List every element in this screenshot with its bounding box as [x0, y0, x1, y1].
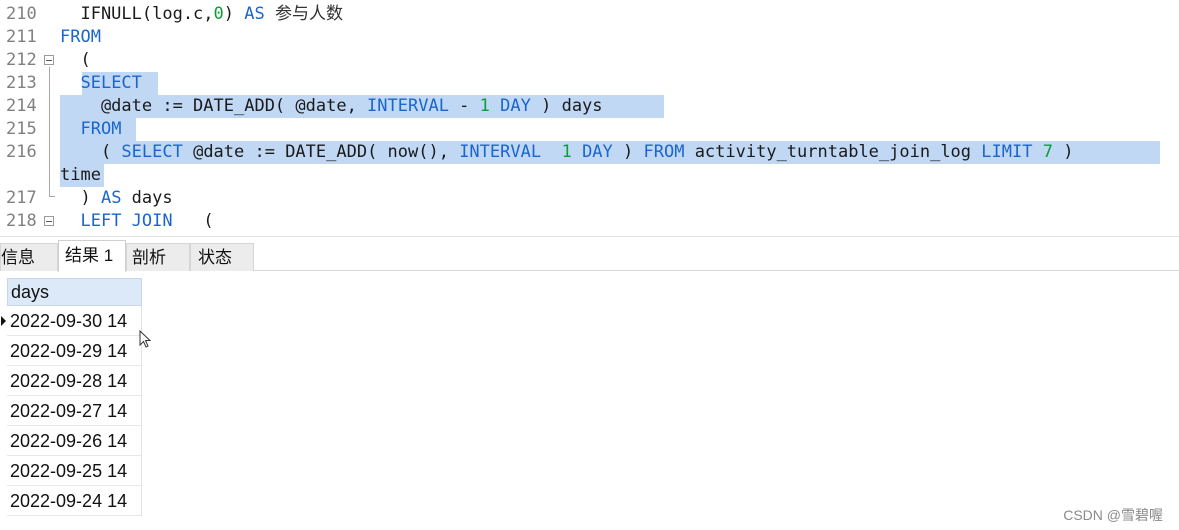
- sql-text: IFNULL(log.c,: [60, 4, 214, 24]
- table-cell-days[interactable]: 2022-09-30 14: [7, 306, 142, 336]
- tab-status-label: 状态: [198, 248, 232, 267]
- line-number: 213: [6, 73, 37, 93]
- sql-text: @date := DATE_ADD( @date,: [60, 96, 368, 116]
- sql-text: -: [448, 96, 480, 116]
- tab-result-1[interactable]: 结果 1: [58, 240, 126, 272]
- sql-number: 1: [479, 96, 490, 116]
- sql-keyword: AS: [100, 188, 122, 208]
- sql-number: 0: [213, 4, 224, 24]
- sql-text: 参与人数: [264, 4, 343, 24]
- sql-number: 7: [1042, 142, 1053, 162]
- code-text: @date := DATE_ADD( @date, INTERVAL - 1 D…: [60, 95, 603, 118]
- sql-text: ): [60, 188, 101, 208]
- result-tab-bar: 信息 结果 1 剖析 状态: [0, 236, 1179, 272]
- code-text: ( SELECT @date := DATE_ADD( now(), INTER…: [60, 141, 1074, 164]
- sql-keyword: LIMIT: [981, 142, 1033, 162]
- sql-keyword: FROM: [60, 27, 101, 47]
- sql-keyword: SELECT: [80, 73, 142, 93]
- code-line: 213 SELECT: [0, 72, 1179, 95]
- code-text: IFNULL(log.c,0) AS 参与人数: [60, 3, 343, 26]
- table-cell-days[interactable]: 2022-09-28 14: [7, 366, 142, 396]
- sql-keyword: FROM: [643, 142, 685, 162]
- code-text: LEFT JOIN (: [60, 210, 214, 233]
- tab-profile[interactable]: 剖析: [126, 243, 190, 271]
- code-text: time: [60, 164, 101, 187]
- sql-keyword: INTERVAL: [367, 96, 449, 116]
- line-number: 212: [6, 50, 37, 70]
- sql-text: ) days: [530, 96, 603, 116]
- table-cell-days[interactable]: 2022-09-29 14: [7, 336, 142, 366]
- sql-keyword: INTERVAL: [459, 142, 542, 162]
- code-text: FROM: [60, 26, 101, 49]
- code-line: 216 ( SELECT @date := DATE_ADD( now(), I…: [0, 141, 1179, 164]
- sql-keyword: DAY: [500, 96, 531, 116]
- sql-keyword: SELECT: [121, 142, 183, 162]
- mouse-cursor-icon: [139, 330, 152, 348]
- sql-keyword: AS: [244, 4, 265, 24]
- sql-text: @date := DATE_ADD( now(),: [182, 142, 460, 162]
- code-line: time: [0, 164, 1179, 187]
- sql-text: ): [1052, 142, 1074, 162]
- code-line: 212 (: [0, 49, 1179, 72]
- code-line: 215 FROM: [0, 118, 1179, 141]
- sql-text: (: [60, 50, 91, 70]
- tab-info-label: 信息: [1, 248, 35, 267]
- sql-keyword: FROM: [80, 119, 122, 139]
- sql-text: ): [223, 4, 245, 24]
- current-row-indicator: [0, 306, 7, 336]
- line-number: 210: [6, 4, 37, 24]
- line-number: 215: [6, 119, 37, 139]
- column-header-label: days: [11, 282, 50, 302]
- table-cell-days[interactable]: 2022-09-24 14: [7, 486, 142, 516]
- tab-result-label: 结果 1: [65, 246, 114, 265]
- tab-profile-label: 剖析: [132, 248, 166, 267]
- sql-keyword: LEFT JOIN: [80, 211, 173, 231]
- row-pointer-icon: [1, 316, 6, 326]
- table-cell-days[interactable]: 2022-09-25 14: [7, 456, 142, 486]
- column-header-days[interactable]: days: [7, 278, 142, 306]
- code-text: FROM: [60, 118, 121, 141]
- sql-text: activity_turntable_join_log: [684, 142, 982, 162]
- sql-text: ): [612, 142, 644, 162]
- line-number: 216: [6, 142, 37, 162]
- sql-text: (: [60, 142, 122, 162]
- code-line: 218 LEFT JOIN (: [0, 210, 1179, 233]
- table-cell-days[interactable]: 2022-09-27 14: [7, 396, 142, 426]
- code-line: 214 @date := DATE_ADD( @date, INTERVAL -…: [0, 95, 1179, 118]
- watermark: CSDN @雪碧喔: [1063, 507, 1163, 523]
- code-line: 210 IFNULL(log.c,0) AS 参与人数: [0, 3, 1179, 26]
- table-cell-days[interactable]: 2022-09-26 14: [7, 426, 142, 456]
- line-number: 217: [6, 188, 37, 208]
- tab-status[interactable]: 状态: [190, 243, 254, 271]
- tab-info[interactable]: 信息: [0, 243, 58, 271]
- line-number: 211: [6, 27, 37, 47]
- code-text: SELECT: [60, 72, 142, 95]
- sql-text: (: [172, 211, 214, 231]
- sql-editor[interactable]: 210 IFNULL(log.c,0) AS 参与人数 211 FROM 212 (2…: [0, 0, 1179, 236]
- code-line: 217 ) AS days: [0, 187, 1179, 210]
- code-text: ) AS days: [60, 187, 173, 210]
- line-number: 214: [6, 96, 37, 116]
- sql-text: days: [121, 188, 173, 208]
- sql-keyword: DAY: [582, 142, 613, 162]
- code-text: (: [60, 49, 91, 72]
- code-line: 211 FROM: [0, 26, 1179, 49]
- sql-number: 1: [561, 142, 572, 162]
- line-number: 218: [6, 211, 37, 231]
- sql-text: time: [60, 165, 101, 185]
